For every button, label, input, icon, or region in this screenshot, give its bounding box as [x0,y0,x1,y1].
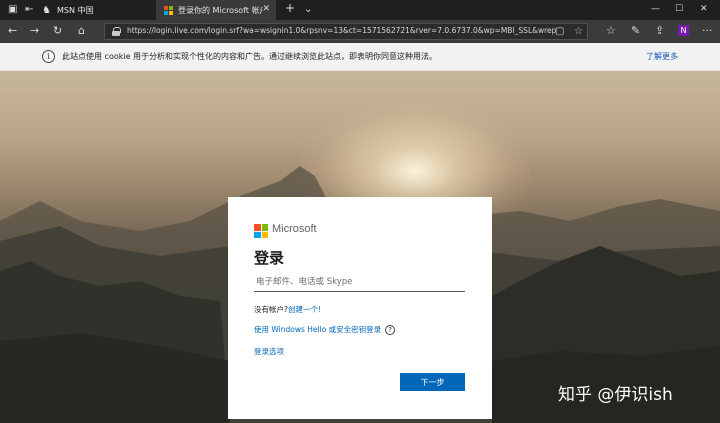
no-account-line: 没有帐户?创建一个! [254,304,321,315]
new-tab-icon[interactable]: + [285,2,295,14]
close-tab-icon[interactable]: ✕ [262,4,270,14]
minimize-icon[interactable]: — [651,4,660,14]
help-icon[interactable]: ? [385,324,396,335]
set-aside-tabs-icon[interactable]: ⇤ [25,4,33,15]
create-account-link[interactable]: 创建一个! [288,305,321,314]
microsoft-brand-text: Microsoft [272,223,317,235]
microsoft-logo-icon [254,224,268,238]
lock-icon[interactable] [112,27,121,36]
close-window-icon[interactable]: ✕ [700,4,708,14]
tab-microsoft-login[interactable]: 登录你的 Microsoft 帐户 ✕ [156,0,276,20]
navigation-bar: ← → ↻ ⌂ https://login.live.com/login.srf… [0,20,720,43]
cookie-message: 此站点使用 cookie 用于分析和实现个性化的内容和广告。通过继续浏览此站点，… [62,52,438,61]
home-icon[interactable]: ⌂ [78,25,85,37]
reading-view-icon[interactable]: ▢ [555,26,564,37]
maximize-icon[interactable]: ☐ [675,4,683,14]
windows-hello-link[interactable]: 使用 Windows Hello 或安全密钥登录 [254,324,381,335]
chevron-down-icon[interactable]: ⌄ [304,4,312,15]
page-title: 登录 [254,249,285,267]
email-input[interactable] [254,272,465,292]
tab-preview-icon[interactable]: ▣ [8,4,17,15]
next-button[interactable]: 下一步 [400,373,465,391]
tab-title: MSN 中国 [56,5,94,15]
windows-hello-option[interactable]: 使用 Windows Hello 或安全密钥登录 ? [254,324,396,335]
favorite-star-icon[interactable]: ☆ [574,26,583,37]
tab-title: 登录你的 Microsoft 帐户 [178,5,263,15]
tab-bar: ▣ ⇤ ♞ MSN 中国 登录你的 Microsoft 帐户 ✕ + ⌄ — ☐… [0,0,720,20]
url-text[interactable]: https://login.live.com/login.srf?wa=wsig… [127,26,557,35]
login-card: Microsoft 登录 没有帐户?创建一个! 使用 Windows Hello… [228,197,492,419]
pen-icon[interactable]: ✎ [631,25,640,37]
watermark-text: 知乎 @伊识ish [558,385,673,405]
no-account-text: 没有帐户? [254,305,288,314]
cookie-notice-bar: i 此站点使用 cookie 用于分析和实现个性化的内容和广告。通过继续浏览此站… [0,43,720,71]
favorites-icon[interactable]: ☆ [606,25,616,37]
info-icon: i [42,50,55,63]
learn-more-link[interactable]: 了解更多 [646,51,678,62]
address-bar[interactable]: https://login.live.com/login.srf?wa=wsig… [104,23,588,40]
tab-msn[interactable]: ♞ MSN 中国 [42,0,154,20]
signin-options-link[interactable]: 登录选项 [254,346,284,357]
more-icon[interactable]: ··· [702,25,713,37]
refresh-icon[interactable]: ↻ [53,25,62,37]
forward-icon[interactable]: → [30,25,39,37]
back-icon[interactable]: ← [8,25,17,37]
share-icon[interactable]: ⇪ [655,25,664,37]
microsoft-favicon-icon [164,5,173,15]
onenote-icon[interactable]: N [678,24,689,36]
msn-icon: ♞ [42,4,51,16]
